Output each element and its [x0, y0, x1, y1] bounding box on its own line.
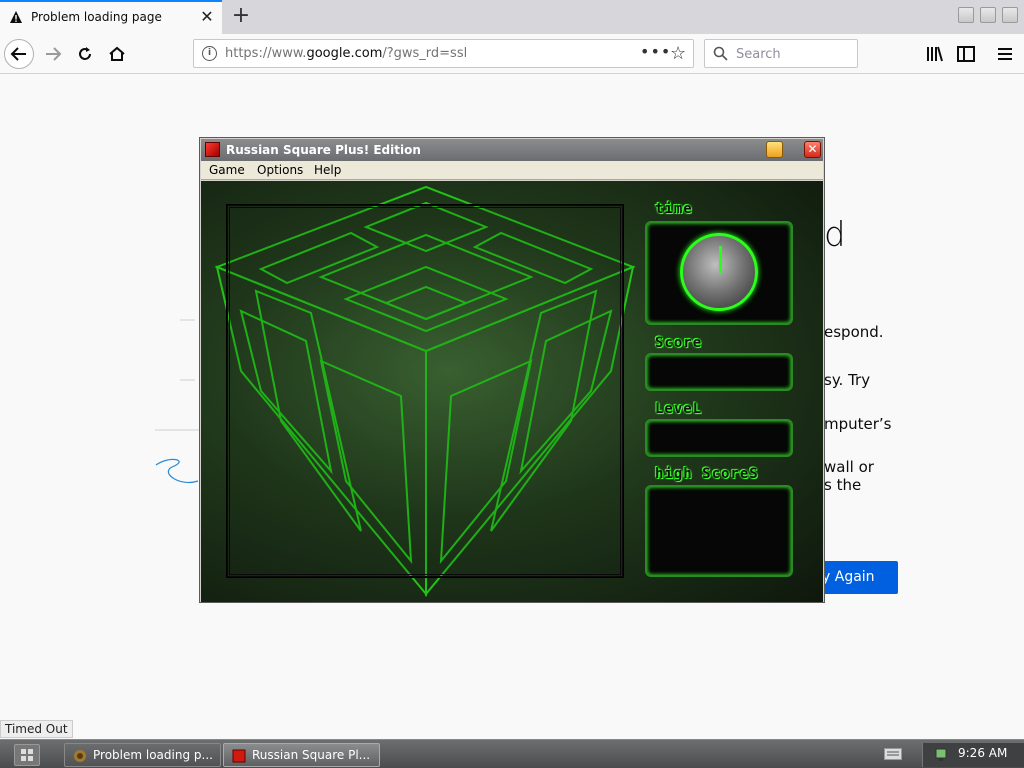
home-icon [109, 46, 125, 61]
timer-clock-icon [680, 233, 758, 311]
taskbar-item-browser[interactable]: Problem loading p... [64, 743, 221, 767]
tab-strip: Problem loading page ✕ + [0, 0, 1024, 34]
grid-icon [21, 749, 33, 761]
game-play-area: time Score LeveL high ScoreS [201, 181, 823, 602]
error-text-line: mputer’s [824, 415, 892, 433]
menu-options[interactable]: Options [257, 163, 303, 177]
nav-toolbar: i https://www.google.com/?gws_rd=ssl •••… [0, 34, 1024, 74]
score-panel [645, 353, 793, 391]
level-panel [645, 419, 793, 457]
status-tooltip: Timed Out [0, 720, 73, 738]
back-arrow-icon [10, 47, 26, 61]
time-label: time [655, 201, 693, 217]
error-text-line: sy. Try [824, 371, 871, 389]
url-text: https://www.google.com/?gws_rd=ssl [225, 46, 468, 61]
firefox-icon [74, 750, 86, 762]
url-bar[interactable]: i https://www.google.com/?gws_rd=ssl •••… [193, 39, 694, 68]
search-placeholder: Search [736, 47, 781, 62]
home-button[interactable] [102, 39, 132, 69]
keyboard-icon[interactable] [884, 748, 902, 760]
network-icon[interactable] [933, 747, 949, 763]
game-board[interactable] [226, 204, 624, 578]
error-text-line: s the [824, 476, 862, 494]
info-icon[interactable]: i [202, 46, 217, 61]
time-panel [645, 221, 793, 325]
search-input[interactable]: Search [704, 39, 858, 68]
bookmark-star-icon[interactable]: ☆ [670, 43, 686, 64]
taskbar: Problem loading p... Russian Square Pl..… [0, 739, 1024, 768]
library-icon [927, 46, 943, 62]
game-window-title: Russian Square Plus! Edition [226, 143, 421, 157]
hamburger-icon [998, 48, 1012, 60]
error-text-line: espond. [824, 323, 884, 341]
error-title-fragment: d [824, 215, 846, 255]
new-tab-button[interactable]: + [230, 4, 252, 28]
menu-button[interactable] [990, 39, 1020, 69]
search-icon [713, 46, 728, 61]
game-app-icon [205, 142, 220, 157]
taskbar-item-label: Problem loading p... [93, 748, 213, 762]
forward-button[interactable] [38, 39, 68, 69]
taskbar-item-game[interactable]: Russian Square Pl... [223, 743, 380, 767]
taskbar-item-label: Russian Square Pl... [252, 748, 371, 762]
clock-hand [719, 246, 722, 274]
game-cube-icon [232, 749, 246, 763]
maximize-window-button[interactable] [980, 7, 996, 23]
high-scores-label: high ScoreS [655, 466, 759, 482]
close-tab-icon[interactable]: ✕ [198, 8, 216, 26]
game-title-bar[interactable]: Russian Square Plus! Edition ✕ [201, 139, 823, 161]
error-text-line: wall or [824, 458, 874, 476]
library-button[interactable] [920, 39, 950, 69]
reload-icon [79, 47, 91, 60]
level-label: LeveL [655, 401, 703, 417]
tab-title: Problem loading page [31, 10, 162, 24]
tab-problem-loading[interactable]: Problem loading page ✕ [0, 0, 222, 34]
try-again-button[interactable]: y Again [822, 561, 898, 594]
menu-help[interactable]: Help [314, 163, 341, 177]
back-button[interactable] [4, 39, 34, 69]
sidebar-icon [957, 46, 975, 62]
game-menu-bar: Game Options Help [201, 161, 823, 180]
warning-icon [10, 11, 22, 23]
forward-arrow-icon [46, 47, 62, 61]
game-minimize-button[interactable] [766, 141, 783, 158]
close-window-button[interactable] [1002, 7, 1018, 23]
reload-button[interactable] [70, 39, 100, 69]
score-label: Score [655, 335, 703, 351]
sidebar-button[interactable] [951, 39, 981, 69]
start-menu-button[interactable] [14, 744, 40, 766]
minimize-window-button[interactable] [958, 7, 974, 23]
page-actions-icon[interactable]: ••• [640, 42, 671, 61]
high-scores-panel [645, 485, 793, 577]
game-window: Russian Square Plus! Edition ✕ Game Opti… [199, 137, 825, 603]
menu-game[interactable]: Game [209, 163, 245, 177]
game-close-button[interactable]: ✕ [804, 141, 821, 158]
taskbar-clock[interactable]: 9:26 AM [958, 746, 1007, 760]
